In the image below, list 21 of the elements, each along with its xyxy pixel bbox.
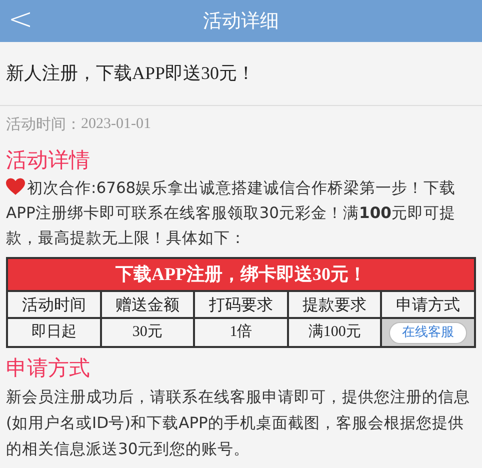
heart-icon xyxy=(6,178,25,196)
table-cell: 满100元 xyxy=(288,319,380,346)
apply-paragraph: 新会员注册成功后，请联系在线客服申请即可，提供您注册的信息(如用户名或ID号)和下载APP的手机桌面截图，客服会根据您提供的相关信息派送30元到您的账号。 xyxy=(6,387,471,460)
table-cell: 1倍 xyxy=(195,319,287,346)
column-header: 打码要求 xyxy=(195,292,287,317)
column-header: 提款要求 xyxy=(288,292,380,317)
table-banner: 下载APP注册，绑卡即送30元！ xyxy=(8,259,474,290)
date-label: 活动时间： xyxy=(6,114,81,135)
page-title: 活动详细 xyxy=(203,8,279,34)
column-header: 赠送金额 xyxy=(102,292,194,317)
column-header: 申请方式 xyxy=(382,292,474,317)
details-paragraph: 初次合作:6768娱乐拿出诚意搭建诚信合作桥梁第一步！下载APP注册绑卡即可联系在线客服领取30元彩金！满100元即可提款，最高提款无上限！具体如下： xyxy=(6,177,457,249)
headline: 新人注册，下载APP即送30元！ xyxy=(6,62,256,85)
online-service-button[interactable]: 在线客服 xyxy=(389,322,468,344)
table-cell: 30元 xyxy=(102,319,194,346)
table-cell: 即日起 xyxy=(8,319,100,346)
section-heading: 活动详情 xyxy=(6,147,91,174)
section-heading: 申请方式 xyxy=(6,355,91,382)
date-value: 2023-01-01 xyxy=(81,114,151,134)
back-button[interactable]: < xyxy=(8,2,34,38)
column-header: 活动时间 xyxy=(8,292,100,317)
